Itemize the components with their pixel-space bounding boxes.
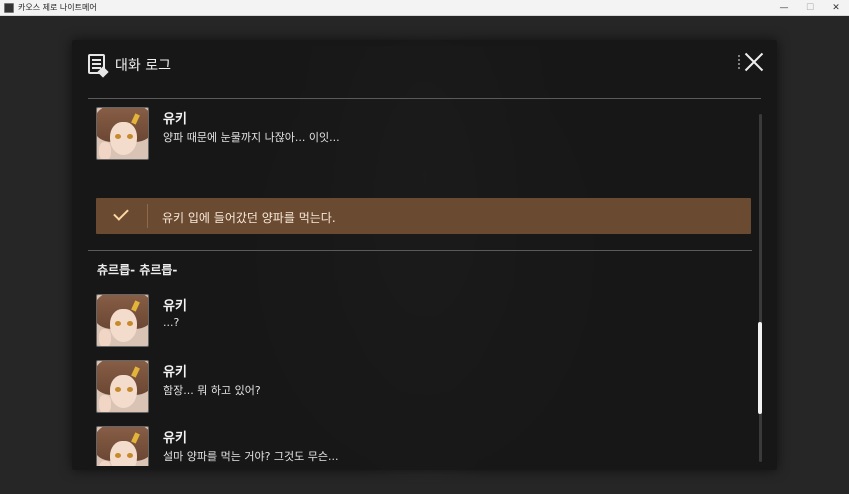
log-entry: 유키 함장... 뭐 하고 있어?: [96, 360, 736, 414]
app-icon: [4, 2, 14, 13]
avatar: [96, 107, 149, 160]
narration-text: 츄르릅- 츄르릅-: [97, 263, 178, 277]
choice-text: 유키 입에 들어갔던 양파를 먹는다.: [162, 211, 336, 225]
minimize-button[interactable]: —: [771, 0, 797, 16]
log-entry: 유키 ...?: [96, 294, 736, 348]
speaker-name: 유키: [163, 365, 187, 380]
section-divider: [88, 250, 752, 251]
game-viewport: 대화 로그 유키 양파 때문에 눈물까지 나잖아... 이잇... 유키 입에 …: [0, 16, 849, 494]
dialog-log-panel: 대화 로그 유키 양파 때문에 눈물까지 나잖아... 이잇... 유키 입에 …: [72, 40, 777, 470]
maximize-button[interactable]: ☐: [797, 0, 823, 16]
log-entry: 유키 설마 양파를 먹는 거야? 그것도 무슨...: [96, 426, 736, 466]
speaker-name: 유키: [163, 112, 187, 127]
window-title: 카오스 제로 나이트메어: [18, 3, 97, 12]
avatar: [96, 360, 149, 413]
log-scroll-area[interactable]: 유키 양파 때문에 눈물까지 나잖아... 이잇... 유키 입에 들어갔던 양…: [88, 100, 753, 466]
header-divider: [88, 98, 761, 99]
selected-choice: 유키 입에 들어갔던 양파를 먹는다.: [96, 198, 751, 234]
dialogue-text: 양파 때문에 눈물까지 나잖아... 이잇...: [163, 131, 340, 144]
dialog-log-icon: [88, 54, 109, 78]
log-entry: 유키 양파 때문에 눈물까지 나잖아... 이잇...: [96, 107, 736, 161]
speaker-name: 유키: [163, 431, 187, 446]
avatar: [96, 426, 149, 466]
panel-title: 대화 로그: [115, 58, 171, 74]
dialogue-text: 함장... 뭐 하고 있어?: [163, 384, 261, 397]
close-icon[interactable]: [744, 52, 764, 72]
check-icon: [113, 205, 129, 221]
choice-divider: [147, 204, 148, 228]
window-controls: — ☐ ✕: [771, 0, 849, 16]
window-title-bar: 카오스 제로 나이트메어 — ☐ ✕: [0, 0, 849, 16]
panel-header: 대화 로그: [72, 40, 777, 84]
avatar: [96, 294, 149, 347]
dialogue-text: ...?: [163, 316, 180, 329]
speaker-name: 유키: [163, 299, 187, 314]
divider-dots: [738, 54, 740, 70]
dialogue-text: 설마 양파를 먹는 거야? 그것도 무슨...: [163, 450, 339, 463]
close-window-button[interactable]: ✕: [823, 0, 849, 16]
scrollbar-thumb[interactable]: [758, 322, 762, 414]
